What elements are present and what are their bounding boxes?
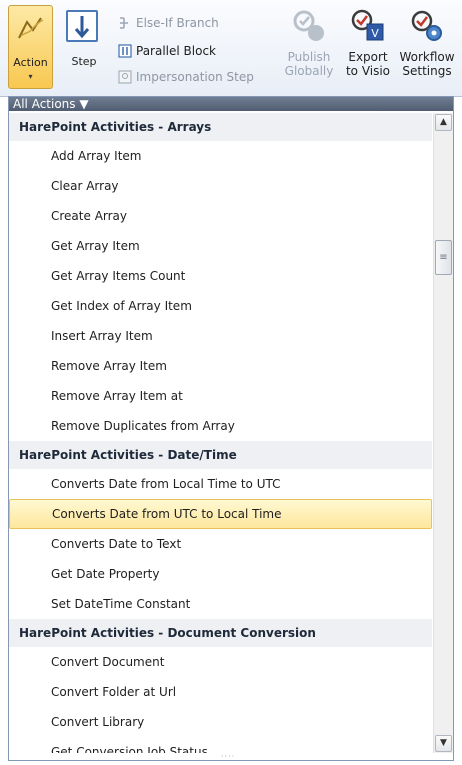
list-item[interactable]: Add Array Item — [9, 141, 432, 171]
list-item[interactable]: Set DateTime Constant — [9, 589, 432, 619]
publish-label-1: Publish — [287, 50, 331, 64]
workflow-label-2: Settings — [402, 64, 452, 78]
list-item[interactable]: Get Array Items Count — [9, 261, 432, 291]
list-item[interactable]: Remove Array Item — [9, 351, 432, 381]
list-item[interactable]: Convert Document — [9, 647, 432, 677]
svg-text:V: V — [371, 27, 379, 40]
list-item[interactable]: Convert Folder at Url — [9, 677, 432, 707]
step-button[interactable]: Step — [62, 5, 106, 83]
else-if-branch-label: Else-If Branch — [136, 16, 219, 30]
step-icon — [66, 10, 98, 42]
parallel-block-button[interactable]: Parallel Block — [118, 42, 216, 60]
else-if-icon — [120, 17, 128, 29]
list-item[interactable]: Remove Array Item at — [9, 381, 432, 411]
workflow-settings-button[interactable]: Workflow Settings — [397, 8, 457, 78]
export-label-2: to Visio — [345, 64, 391, 78]
parallel-block-label: Parallel Block — [136, 44, 216, 58]
workflow-settings-icon — [409, 8, 445, 44]
action-button[interactable]: Action ▾ — [8, 5, 53, 89]
list-item[interactable]: Converts Date to Text — [9, 529, 432, 559]
actions-dropdown: All Actions ▼ HarePoint Activities - Arr… — [8, 96, 454, 761]
workflow-label-1: Workflow — [399, 50, 455, 64]
group-header-arrays: HarePoint Activities - Arrays — [9, 113, 432, 141]
parallel-block-icon — [118, 44, 132, 58]
resize-grip-icon[interactable]: ···· — [221, 753, 245, 761]
publish-icon — [291, 8, 327, 44]
chevron-down-icon: ▾ — [28, 72, 33, 81]
list-item-selected[interactable]: Converts Date from UTC to Local Time — [9, 499, 432, 529]
scroll-thumb[interactable]: ≡ — [435, 240, 452, 275]
group-header-datetime: HarePoint Activities - Date/Time — [9, 441, 432, 469]
action-label: Action — [13, 56, 48, 69]
list-item[interactable]: Insert Array Item — [9, 321, 432, 351]
list-item[interactable]: Clear Array — [9, 171, 432, 201]
else-if-branch-button[interactable]: Else-If Branch — [118, 14, 219, 32]
action-icon — [18, 17, 44, 39]
vertical-scrollbar[interactable]: ▲ ≡ ▼ — [433, 113, 453, 753]
group-header-document-conversion: HarePoint Activities - Document Conversi… — [9, 619, 432, 647]
publish-label-2: Globally — [284, 64, 334, 78]
publish-globally-button[interactable]: Publish Globally — [279, 8, 339, 78]
list-item[interactable]: Convert Library — [9, 707, 432, 737]
list-item[interactable]: Create Array — [9, 201, 432, 231]
list-item[interactable]: Get Conversion Job Status — [9, 737, 432, 753]
list-item[interactable]: Get Array Item — [9, 231, 432, 261]
scroll-down-icon[interactable]: ▼ — [435, 735, 452, 752]
impersonation-step-button[interactable]: Impersonation Step — [118, 68, 254, 86]
list-item[interactable]: Get Index of Array Item — [9, 291, 432, 321]
list-item[interactable]: Converts Date from Local Time to UTC — [9, 469, 432, 499]
export-label-1: Export — [348, 50, 388, 64]
filter-dropdown[interactable]: All Actions ▼ — [9, 97, 453, 111]
export-visio-icon: V — [350, 8, 386, 44]
impersonation-step-label: Impersonation Step — [136, 70, 254, 84]
export-to-visio-button[interactable]: V Export to Visio — [338, 8, 398, 78]
ribbon: Action ▾ Step Else-If Branch Parallel Bl… — [0, 0, 462, 97]
actions-list: HarePoint Activities - Arrays Add Array … — [9, 113, 432, 753]
impersonation-icon — [118, 70, 132, 84]
list-item[interactable]: Get Date Property — [9, 559, 432, 589]
scroll-up-icon[interactable]: ▲ — [435, 114, 452, 131]
list-item[interactable]: Remove Duplicates from Array — [9, 411, 432, 441]
step-label: Step — [71, 55, 97, 68]
